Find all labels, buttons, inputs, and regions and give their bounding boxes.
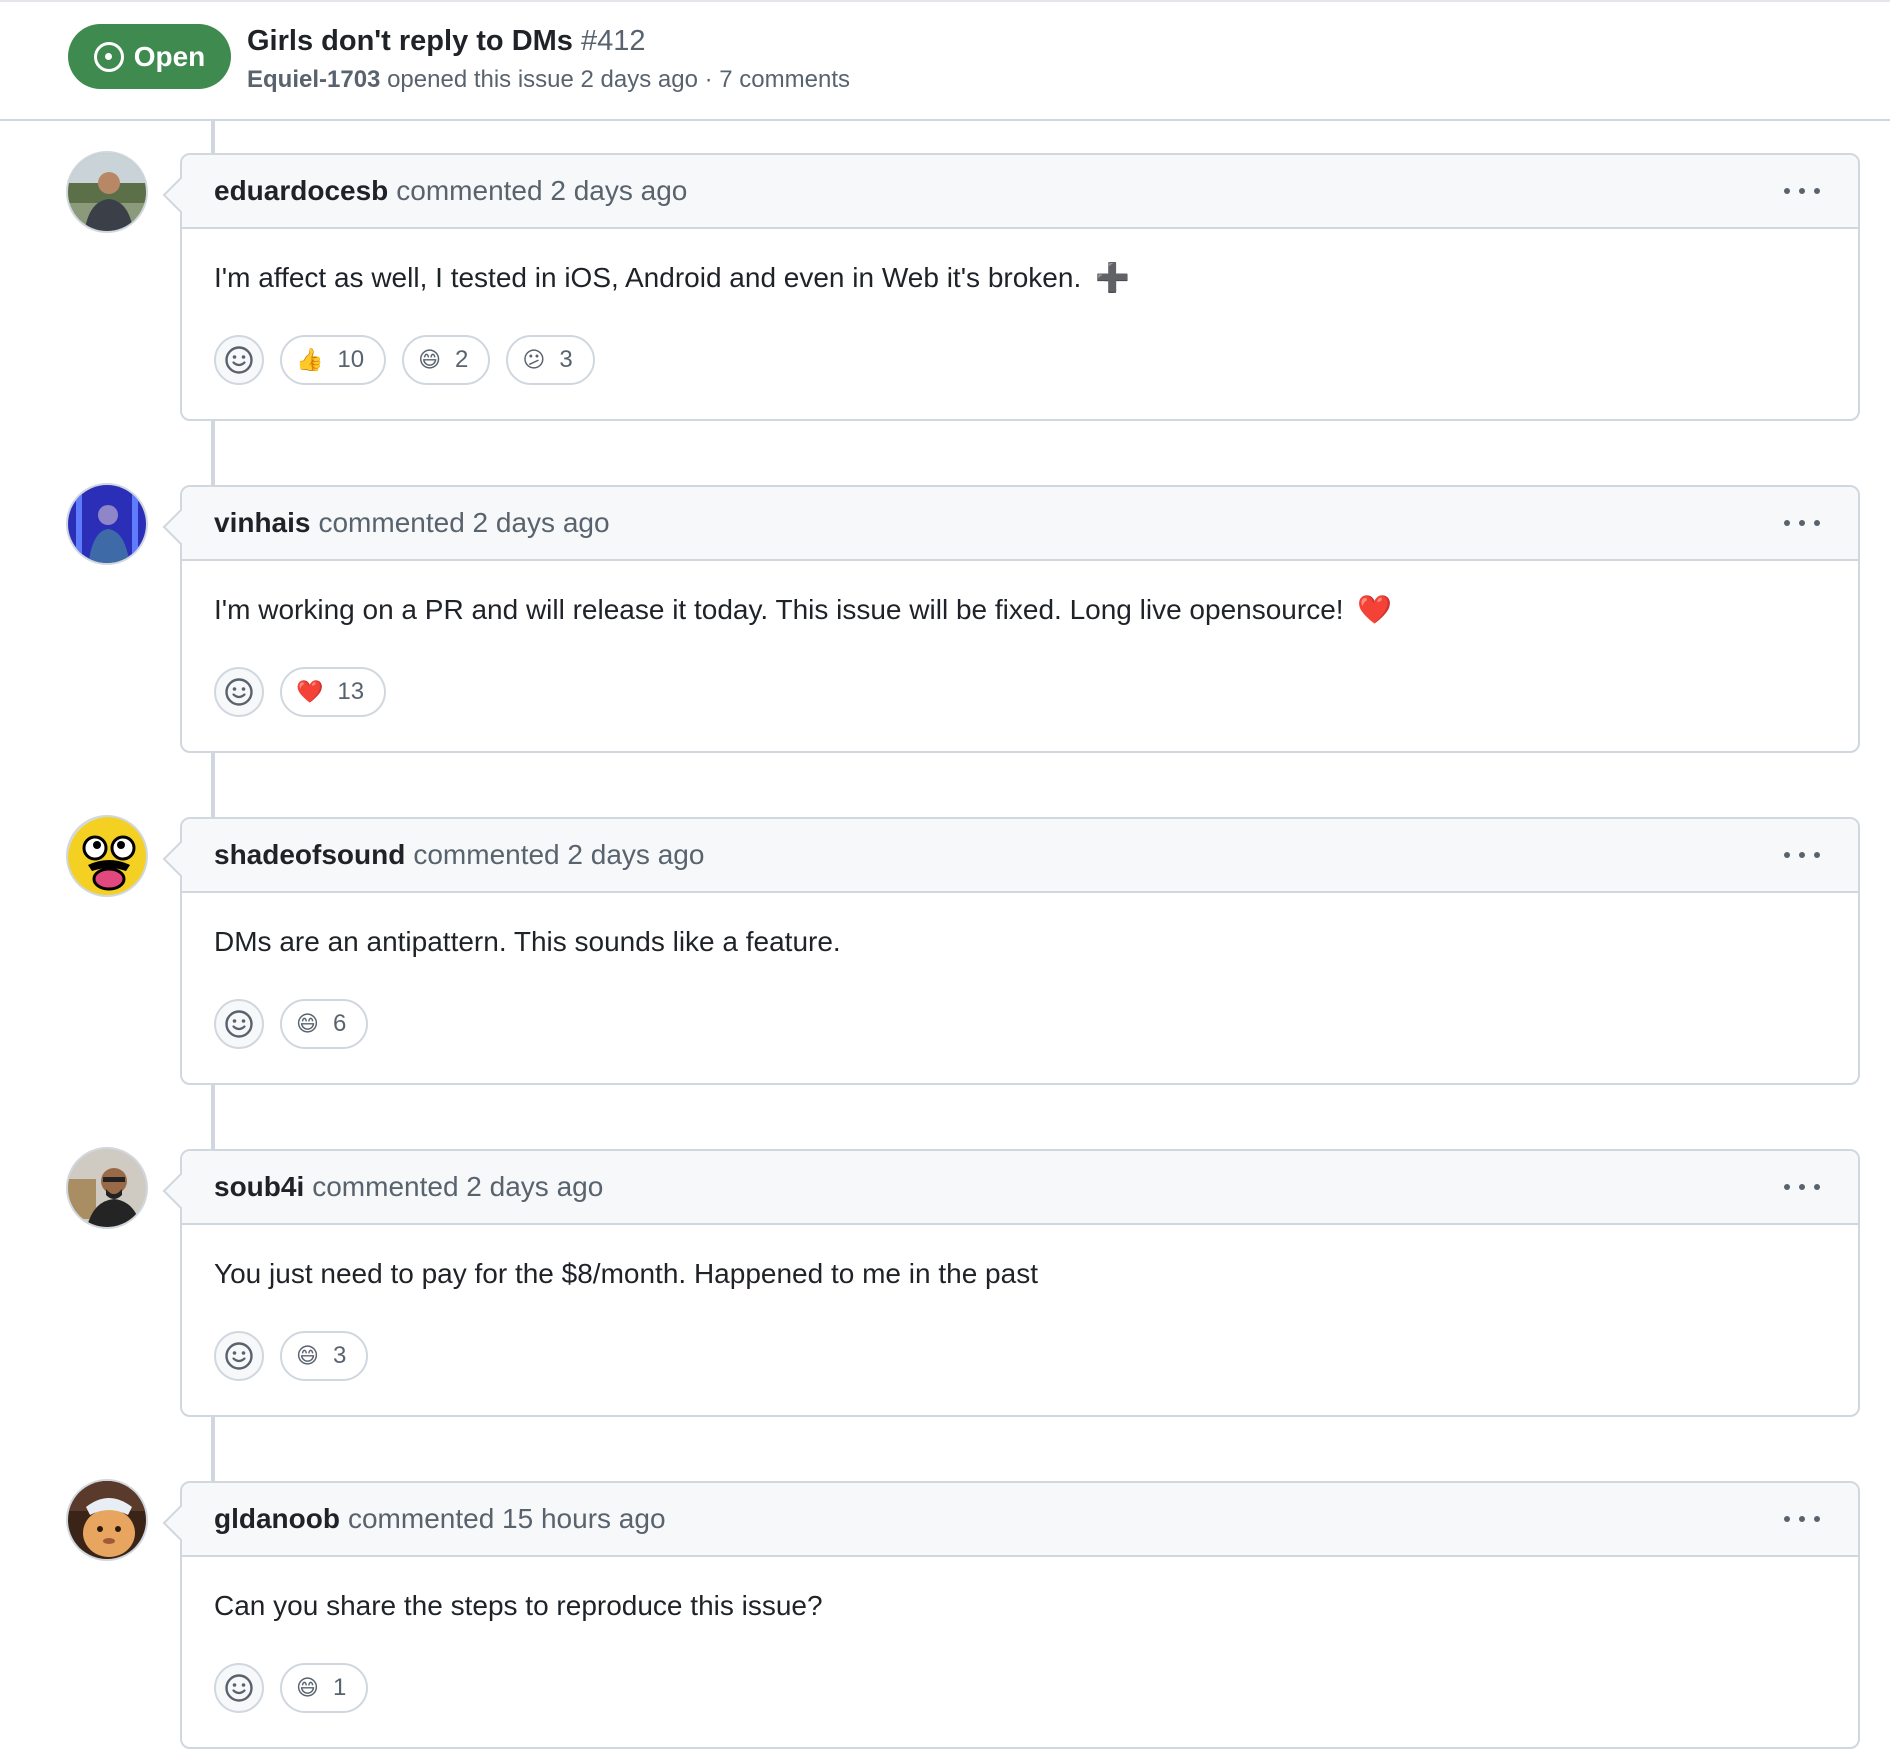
comment-author-link[interactable]: gldanoob bbox=[214, 1503, 340, 1535]
reaction-count: 1 bbox=[332, 1674, 347, 1701]
reaction-count: 6 bbox=[332, 1010, 347, 1037]
comment-options-icon[interactable] bbox=[1784, 849, 1820, 861]
comment-author-link[interactable]: vinhais bbox=[214, 507, 310, 539]
reactions-bar: 😄 1 bbox=[214, 1663, 369, 1713]
reaction-laugh[interactable]: 😄 2 bbox=[402, 335, 491, 385]
reaction-laugh[interactable]: 😄 6 bbox=[280, 999, 369, 1049]
issue-opened-icon bbox=[93, 41, 124, 72]
reaction-thumbs-up[interactable]: 👍 10 bbox=[280, 335, 387, 385]
comment-body-text: Can you share the steps to reproduce thi… bbox=[214, 1590, 823, 1621]
reaction-count: 10 bbox=[337, 346, 365, 373]
confused-icon: 😕 bbox=[522, 347, 546, 373]
heavy-plus-emoji: ➕ bbox=[1095, 261, 1130, 294]
issue-title-text: Girls don't reply to DMs bbox=[247, 25, 573, 57]
reaction-laugh[interactable]: 😄 1 bbox=[280, 1663, 369, 1713]
comment-box: vinhais commented 2 days ago I'm working… bbox=[180, 485, 1860, 753]
comment-options-icon[interactable] bbox=[1784, 185, 1820, 197]
issue-state-badge: Open bbox=[68, 24, 231, 89]
comment-options-icon[interactable] bbox=[1784, 517, 1820, 529]
laugh-icon: 😄 bbox=[296, 1675, 319, 1701]
comment-author-link[interactable]: eduardocesb bbox=[214, 175, 388, 207]
thumbs-up-icon: 👍 bbox=[296, 347, 324, 373]
issue-header: Open Girls don't reply to DMs #412 Equie… bbox=[0, 2, 1890, 121]
reactions-bar: ❤️ 13 bbox=[214, 667, 387, 717]
avatar[interactable] bbox=[66, 815, 148, 897]
reaction-heart[interactable]: ❤️ 13 bbox=[280, 667, 387, 717]
comment-box: eduardocesb commented 2 days ago I'm aff… bbox=[180, 153, 1860, 421]
reaction-count: 2 bbox=[455, 346, 469, 373]
laugh-icon: 😄 bbox=[418, 347, 442, 373]
comment-header: soub4i commented 2 days ago bbox=[182, 1151, 1858, 1225]
reaction-count: 13 bbox=[337, 678, 365, 705]
smiley-icon bbox=[225, 1674, 253, 1702]
add-reaction-button[interactable] bbox=[214, 1663, 264, 1713]
reaction-laugh[interactable]: 😄 3 bbox=[280, 1331, 369, 1381]
comment-box: shadeofsound commented 2 days ago DMs ar… bbox=[180, 817, 1860, 1085]
issue-meta-text: opened this issue 2 days ago · 7 comment… bbox=[387, 66, 851, 93]
comment-body-text: You just need to pay for the $8/month. H… bbox=[214, 1258, 1038, 1289]
comment-timestamp[interactable]: commented 2 days ago bbox=[312, 1171, 603, 1203]
reactions-bar: 😄 6 bbox=[214, 999, 369, 1049]
comment-body: Can you share the steps to reproduce thi… bbox=[214, 1588, 823, 1624]
add-reaction-button[interactable] bbox=[214, 1331, 264, 1381]
comment-timestamp[interactable]: commented 15 hours ago bbox=[348, 1503, 666, 1535]
comment-options-icon[interactable] bbox=[1784, 1513, 1820, 1525]
laugh-icon: 😄 bbox=[296, 1343, 319, 1369]
avatar[interactable] bbox=[66, 483, 148, 565]
add-reaction-button[interactable] bbox=[214, 335, 264, 385]
comment-body: You just need to pay for the $8/month. H… bbox=[214, 1256, 1038, 1292]
comment-body: I'm working on a PR and will release it … bbox=[214, 592, 1392, 628]
smiley-icon bbox=[225, 1010, 253, 1038]
issue-title: Girls don't reply to DMs #412 bbox=[247, 22, 646, 60]
smiley-icon bbox=[225, 1342, 253, 1370]
comment-header: vinhais commented 2 days ago bbox=[182, 487, 1858, 561]
comment-options-icon[interactable] bbox=[1784, 1181, 1820, 1193]
reactions-bar: 👍 10 😄 2 😕 3 bbox=[214, 335, 595, 385]
comment-timestamp[interactable]: commented 2 days ago bbox=[318, 507, 609, 539]
avatar[interactable] bbox=[66, 1479, 148, 1561]
add-reaction-button[interactable] bbox=[214, 999, 264, 1049]
issue-state-label: Open bbox=[133, 40, 206, 72]
issue-number: #412 bbox=[581, 25, 646, 57]
comment-box: soub4i commented 2 days ago You just nee… bbox=[180, 1149, 1860, 1417]
reactions-bar: 😄 3 bbox=[214, 1331, 369, 1381]
smiley-icon bbox=[225, 678, 253, 706]
red-heart-emoji: ❤️ bbox=[1357, 593, 1393, 626]
smiley-icon bbox=[225, 346, 253, 374]
comment-timestamp[interactable]: commented 2 days ago bbox=[413, 839, 704, 871]
comment-body-text: I'm affect as well, I tested in iOS, And… bbox=[214, 262, 1082, 293]
comment-author-link[interactable]: soub4i bbox=[214, 1171, 304, 1203]
reaction-confused[interactable]: 😕 3 bbox=[506, 335, 595, 385]
comment-box: gldanoob commented 15 hours ago Can you … bbox=[180, 1481, 1860, 1749]
comment-body-text: DMs are an antipattern. This sounds like… bbox=[214, 926, 841, 957]
comment-body: I'm affect as well, I tested in iOS, And… bbox=[214, 260, 1130, 296]
add-reaction-button[interactable] bbox=[214, 667, 264, 717]
comment-author-link[interactable]: shadeofsound bbox=[214, 839, 405, 871]
comment-timestamp[interactable]: commented 2 days ago bbox=[396, 175, 687, 207]
reaction-count: 3 bbox=[559, 346, 573, 373]
laugh-icon: 😄 bbox=[296, 1011, 319, 1037]
heart-icon: ❤️ bbox=[296, 679, 324, 705]
avatar[interactable] bbox=[66, 151, 148, 233]
comment-header: gldanoob commented 15 hours ago bbox=[182, 1483, 1858, 1557]
issue-meta: Equiel-1703 opened this issue 2 days ago… bbox=[247, 64, 850, 96]
comment-body: DMs are an antipattern. This sounds like… bbox=[214, 924, 841, 960]
reaction-count: 3 bbox=[332, 1342, 347, 1369]
comment-header: eduardocesb commented 2 days ago bbox=[182, 155, 1858, 229]
avatar[interactable] bbox=[66, 1147, 148, 1229]
issue-author-link[interactable]: Equiel-1703 bbox=[247, 66, 380, 93]
comment-body-text: I'm working on a PR and will release it … bbox=[214, 594, 1344, 625]
comment-header: shadeofsound commented 2 days ago bbox=[182, 819, 1858, 893]
